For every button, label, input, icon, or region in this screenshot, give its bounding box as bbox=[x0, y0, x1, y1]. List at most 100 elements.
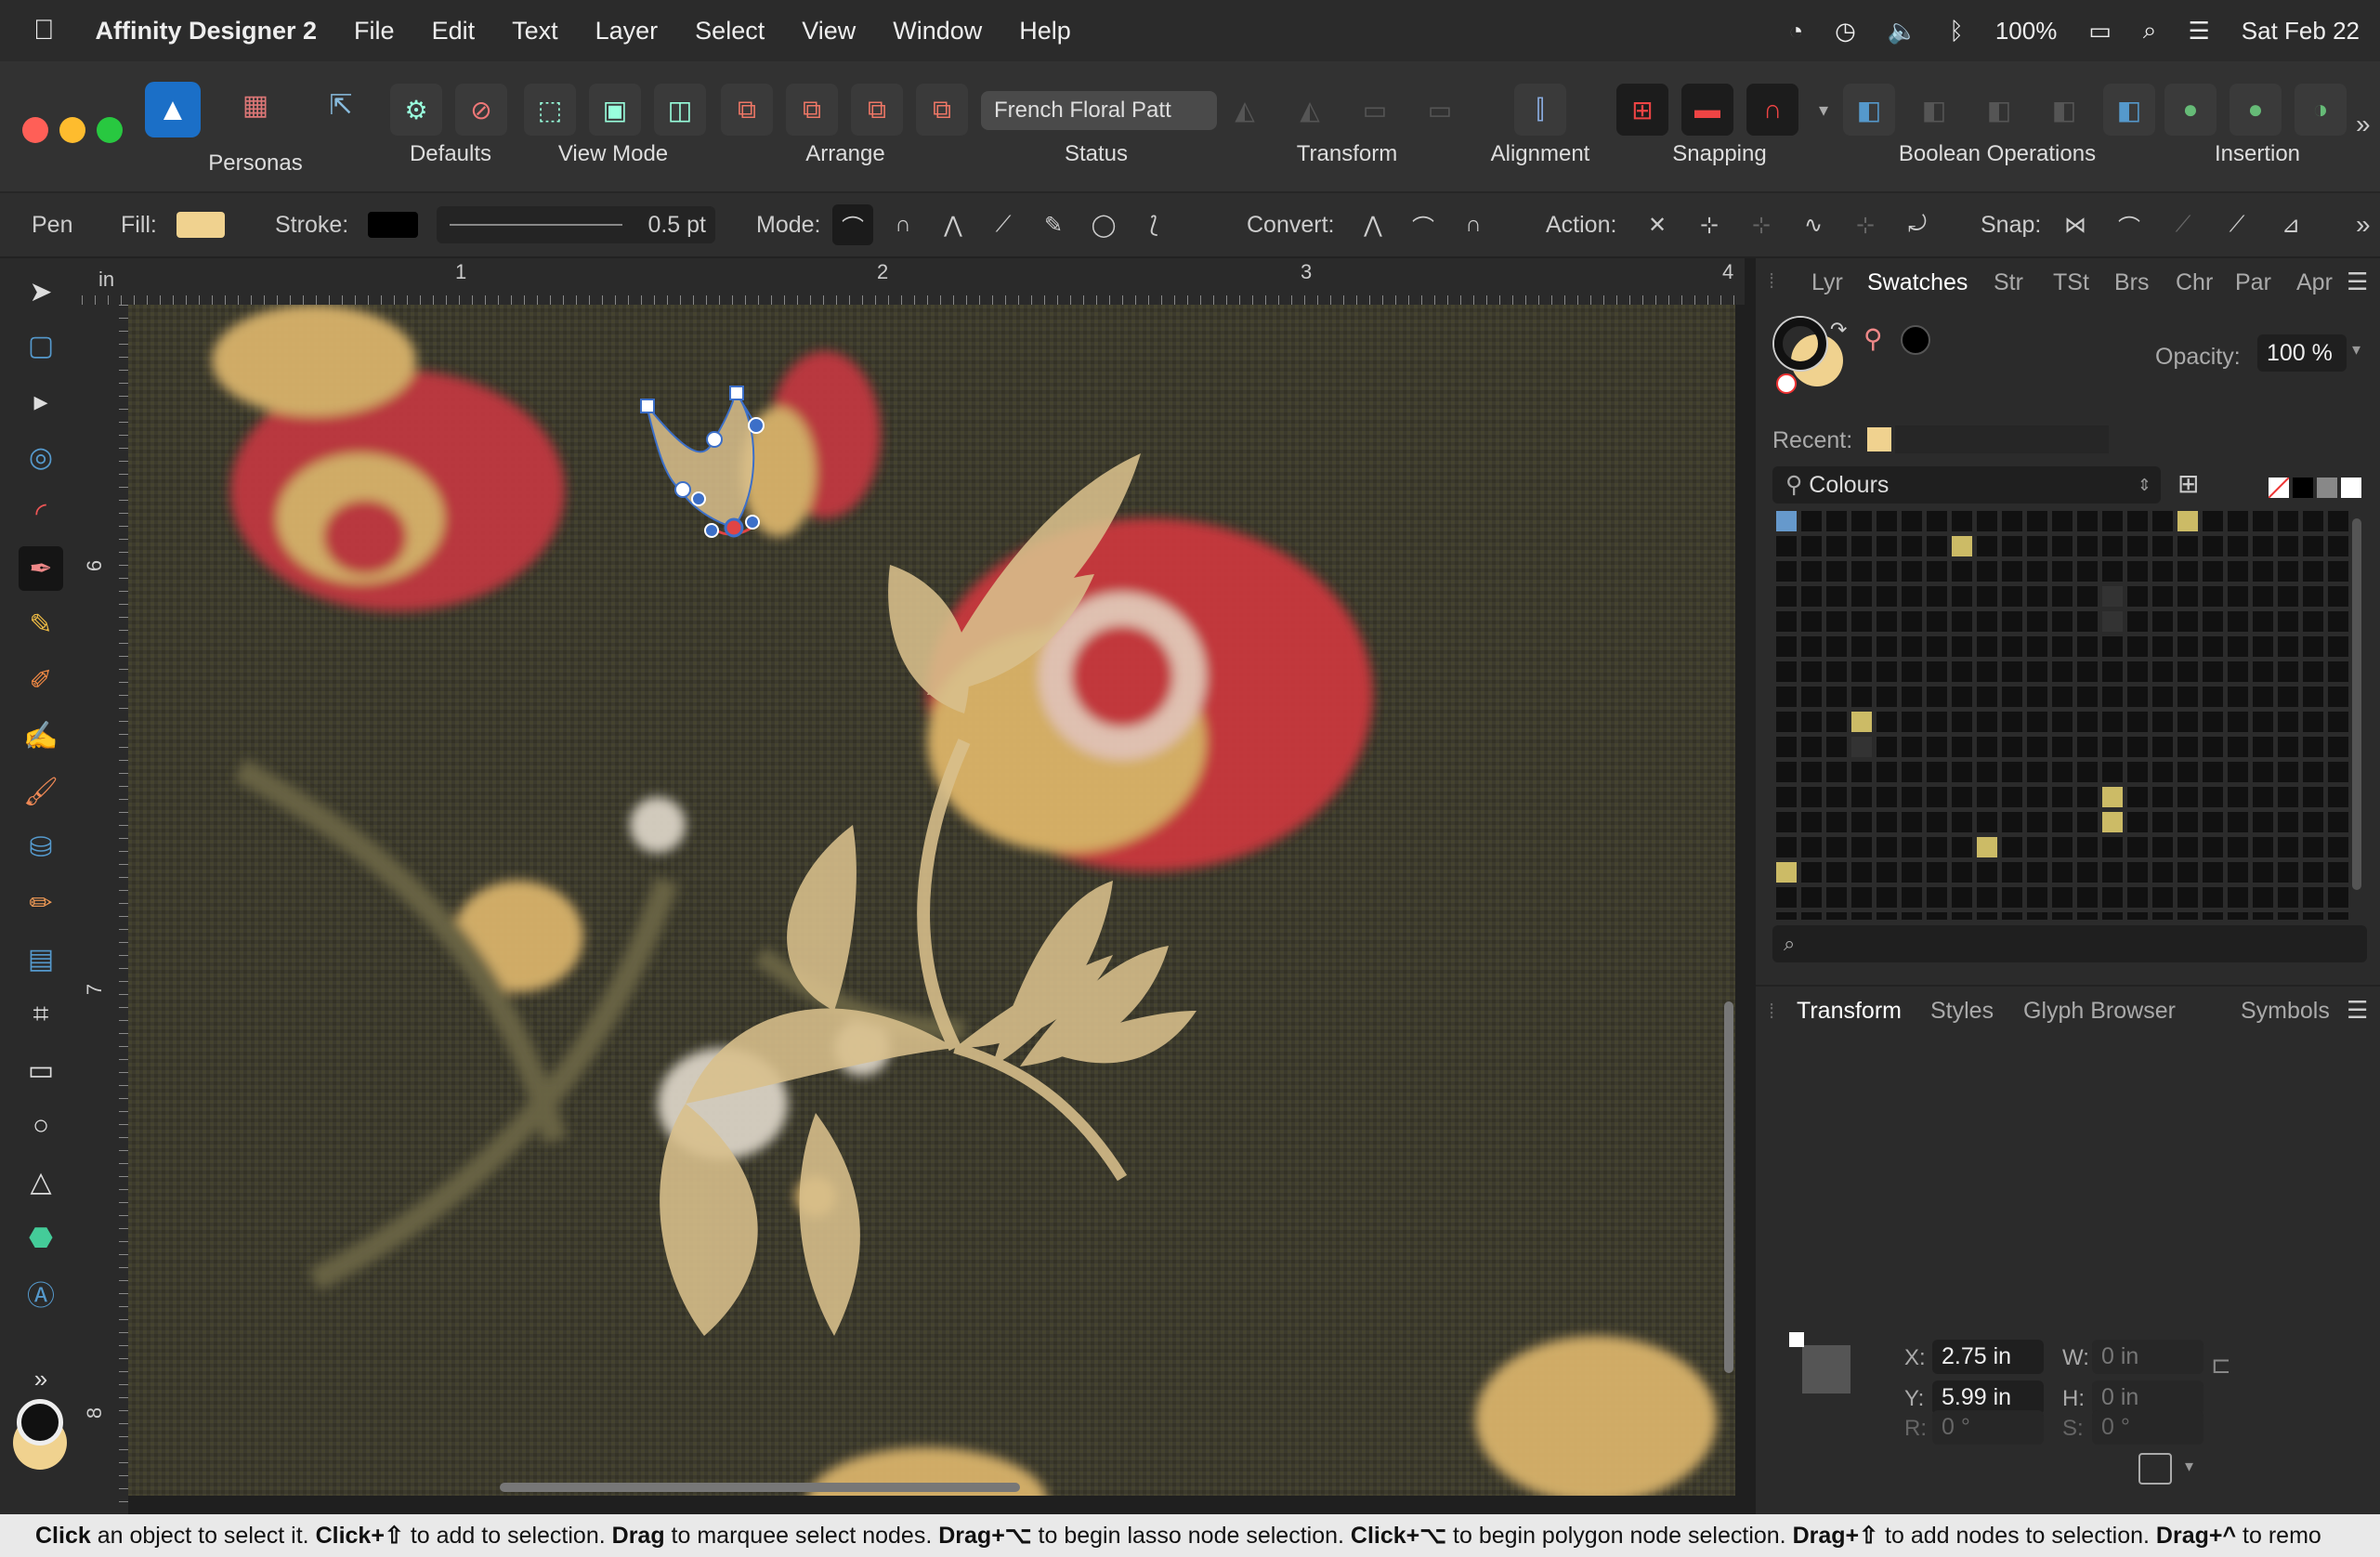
ellipse-tool-icon[interactable]: ○ bbox=[19, 1104, 63, 1148]
color-swatch[interactable] bbox=[1877, 887, 1897, 908]
color-swatch[interactable] bbox=[2102, 887, 2123, 908]
menu-file[interactable]: File bbox=[354, 17, 395, 46]
color-swatch[interactable] bbox=[2253, 787, 2273, 807]
add-node-icon[interactable]: ✎ bbox=[1033, 204, 1074, 245]
color-swatch[interactable] bbox=[1851, 912, 1872, 920]
color-swatch[interactable] bbox=[1776, 712, 1797, 732]
palette-dropdown[interactable]: ⚲ Colours ⇕ bbox=[1772, 466, 2161, 504]
color-swatch[interactable] bbox=[1927, 862, 1947, 883]
color-swatch[interactable] bbox=[2127, 536, 2148, 556]
color-swatch[interactable] bbox=[2203, 687, 2223, 707]
color-swatch[interactable] bbox=[1776, 837, 1797, 857]
flip-vertical-icon[interactable]: ◭ bbox=[1284, 84, 1336, 136]
stroke-width-slider[interactable] bbox=[450, 224, 622, 226]
color-swatch[interactable] bbox=[2052, 712, 2073, 732]
color-swatch[interactable] bbox=[1877, 661, 1897, 682]
color-swatch[interactable] bbox=[2278, 536, 2298, 556]
color-swatch[interactable] bbox=[1801, 511, 1822, 531]
vertical-scrollbar[interactable] bbox=[1724, 1001, 1733, 1373]
color-swatch[interactable] bbox=[2177, 862, 2198, 883]
color-swatch[interactable] bbox=[2177, 912, 2198, 920]
color-swatch[interactable] bbox=[1977, 812, 1997, 832]
color-swatch[interactable] bbox=[2203, 586, 2223, 607]
color-swatch[interactable] bbox=[2328, 511, 2348, 531]
flip-horizontal-icon[interactable]: ◭ bbox=[1219, 84, 1271, 136]
lock-aspect-icon[interactable]: ⊏ bbox=[2211, 1351, 2231, 1380]
color-swatch[interactable] bbox=[1826, 887, 1847, 908]
color-swatch[interactable] bbox=[1977, 536, 1997, 556]
color-swatch[interactable] bbox=[1776, 912, 1797, 920]
color-swatch[interactable] bbox=[2127, 661, 2148, 682]
color-swatch[interactable] bbox=[2203, 912, 2223, 920]
color-swatch[interactable] bbox=[1927, 712, 1947, 732]
color-swatch[interactable] bbox=[2328, 787, 2348, 807]
color-swatch[interactable] bbox=[2027, 661, 2047, 682]
color-swatch[interactable] bbox=[2152, 912, 2173, 920]
color-swatch[interactable] bbox=[2127, 787, 2148, 807]
color-swatch[interactable] bbox=[2303, 611, 2323, 632]
color-swatch[interactable] bbox=[2027, 887, 2047, 908]
color-swatch[interactable] bbox=[2027, 561, 2047, 582]
color-swatch[interactable] bbox=[2328, 687, 2348, 707]
color-swatch[interactable] bbox=[2228, 687, 2248, 707]
tab-character[interactable]: Chr bbox=[2176, 269, 2213, 296]
color-swatch[interactable] bbox=[2228, 611, 2248, 632]
color-swatch[interactable] bbox=[1826, 837, 1847, 857]
color-swatch[interactable] bbox=[1776, 511, 1797, 531]
color-swatch[interactable] bbox=[1952, 687, 1972, 707]
color-swatch[interactable] bbox=[1826, 661, 1847, 682]
color-swatch[interactable] bbox=[1902, 862, 1922, 883]
color-swatch[interactable] bbox=[1902, 611, 1922, 632]
color-swatch[interactable] bbox=[2253, 661, 2273, 682]
color-swatch[interactable] bbox=[2228, 636, 2248, 657]
color-swatch[interactable] bbox=[2027, 837, 2047, 857]
color-swatch[interactable] bbox=[1776, 636, 1797, 657]
color-swatch[interactable] bbox=[2052, 862, 2073, 883]
stroke-width-value[interactable]: 0.5 pt bbox=[647, 212, 706, 239]
menu-help[interactable]: Help bbox=[1019, 17, 1071, 46]
color-swatch[interactable] bbox=[2027, 712, 2047, 732]
color-swatch[interactable] bbox=[1877, 837, 1897, 857]
color-swatch[interactable] bbox=[2203, 561, 2223, 582]
outline-view-icon[interactable]: ◫ bbox=[654, 84, 706, 136]
color-swatch[interactable] bbox=[2303, 511, 2323, 531]
color-swatch[interactable] bbox=[2052, 887, 2073, 908]
color-swatch[interactable] bbox=[2152, 737, 2173, 757]
snapping-dropdown-icon[interactable]: ▾ bbox=[1811, 84, 1836, 136]
color-swatch[interactable] bbox=[1826, 812, 1847, 832]
color-swatch[interactable] bbox=[2228, 812, 2248, 832]
app-menu[interactable]: Affinity Designer 2 bbox=[96, 17, 318, 46]
color-swatch[interactable] bbox=[2102, 762, 2123, 782]
color-swatch[interactable] bbox=[2052, 912, 2073, 920]
color-swatch[interactable] bbox=[1902, 586, 1922, 607]
x-field[interactable]: 2.75 in bbox=[1932, 1340, 2044, 1374]
color-swatch[interactable] bbox=[2278, 561, 2298, 582]
color-swatch[interactable] bbox=[1776, 862, 1797, 883]
color-swatch[interactable] bbox=[2027, 787, 2047, 807]
color-swatch[interactable] bbox=[1952, 812, 1972, 832]
color-swatch[interactable] bbox=[1952, 586, 1972, 607]
color-swatch[interactable] bbox=[2303, 837, 2323, 857]
color-swatch[interactable] bbox=[2152, 661, 2173, 682]
color-swatch[interactable] bbox=[2203, 636, 2223, 657]
apple-icon[interactable]:  bbox=[33, 15, 55, 46]
color-swatch[interactable] bbox=[1952, 762, 1972, 782]
color-swatch[interactable] bbox=[2278, 887, 2298, 908]
color-swatch[interactable] bbox=[1927, 561, 1947, 582]
smart-mode-icon[interactable]: ∩ bbox=[883, 204, 923, 245]
color-swatch[interactable] bbox=[1877, 812, 1897, 832]
color-swatch[interactable] bbox=[2203, 511, 2223, 531]
eyedropper-icon[interactable]: ⚲ bbox=[1863, 323, 1883, 354]
no-color-icon[interactable] bbox=[1776, 373, 1797, 394]
color-swatch[interactable] bbox=[2152, 561, 2173, 582]
color-swatch[interactable] bbox=[2253, 611, 2273, 632]
color-swatch[interactable] bbox=[2253, 837, 2273, 857]
color-swatch[interactable] bbox=[2152, 511, 2173, 531]
color-swatch[interactable] bbox=[1927, 511, 1947, 531]
color-swatch[interactable] bbox=[2177, 661, 2198, 682]
color-swatch[interactable] bbox=[2027, 511, 2047, 531]
color-swatch[interactable] bbox=[2102, 661, 2123, 682]
triangle-tool-icon[interactable]: △ bbox=[19, 1159, 63, 1204]
color-swatch[interactable] bbox=[2077, 586, 2098, 607]
color-swatch[interactable] bbox=[1826, 611, 1847, 632]
